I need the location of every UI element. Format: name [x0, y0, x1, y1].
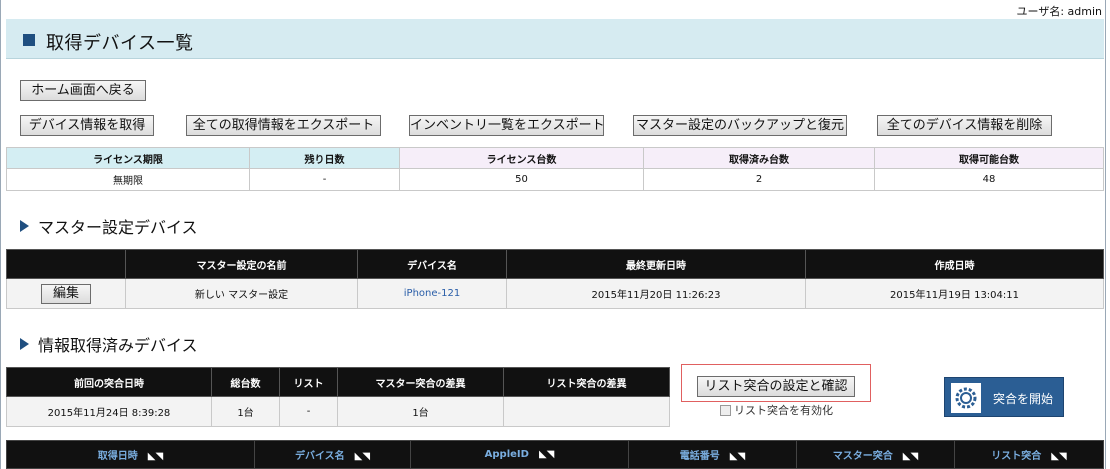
- acquired-header: マスター突合の差異: [337, 367, 504, 397]
- master-table: マスター設定の名前 デバイス名 最終更新日時 作成日時 編集 新しい マスター設…: [6, 249, 1104, 309]
- column-header-appleid[interactable]: AppleID ◣◥: [410, 440, 629, 469]
- user-name: ユーザ名: admin: [1016, 5, 1102, 18]
- sort-icon[interactable]: ◣◥: [903, 451, 918, 462]
- license-header: 取得可能台数: [874, 147, 1104, 169]
- last-updated: 2015年11月20日 11:26:23: [506, 278, 806, 309]
- gear-icon: [951, 383, 981, 413]
- license-value: 48: [874, 168, 1104, 191]
- total-count: 1台: [211, 396, 280, 427]
- master-header: 最終更新日時: [506, 249, 806, 279]
- acquired-table: 前回の突合日時 総台数 リスト マスター突合の差異 リスト突合の差異 2015年…: [6, 367, 670, 427]
- sort-icon[interactable]: ◣◥: [148, 451, 163, 462]
- column-header-date[interactable]: 取得日時 ◣◥: [6, 440, 255, 469]
- start-match-label: 突合を開始: [993, 392, 1054, 406]
- acquired-section-title: 情報取得済みデバイス: [38, 336, 198, 355]
- sort-icon[interactable]: ◣◥: [539, 449, 554, 460]
- column-label: AppleID: [484, 449, 529, 460]
- license-value: 2: [643, 168, 875, 191]
- start-match-button[interactable]: 突合を開始: [944, 377, 1064, 417]
- column-header-list[interactable]: リスト突合 ◣◥: [954, 440, 1104, 469]
- acquired-header: リスト突合の差異: [503, 367, 670, 397]
- acquired-section-heading: 情報取得済みデバイス: [20, 332, 198, 356]
- backup-restore-button[interactable]: マスター設定のバックアップと復元: [633, 115, 847, 136]
- license-header: ライセンス台数: [399, 147, 644, 169]
- column-header-device[interactable]: デバイス名 ◣◥: [254, 440, 411, 469]
- master-header: デバイス名: [357, 249, 507, 279]
- sort-icon[interactable]: ◣◥: [355, 451, 370, 462]
- license-value: 50: [399, 168, 644, 191]
- acquired-header: リスト: [279, 367, 338, 397]
- export-inventory-button[interactable]: インベントリ一覧をエクスポート: [409, 115, 605, 136]
- column-label: リスト突合: [991, 451, 1042, 462]
- page-title: 取得デバイス一覧: [46, 33, 194, 54]
- created-date: 2015年11月19日 13:04:11: [805, 278, 1104, 309]
- checkbox-label: リスト突合を有効化: [734, 404, 833, 417]
- license-value: 無期限: [6, 168, 250, 191]
- list-match-checkbox[interactable]: リスト突合を有効化: [720, 402, 833, 418]
- acquired-header: 総台数: [211, 367, 280, 397]
- master-diff: 1台: [337, 396, 504, 427]
- device-name-link[interactable]: iPhone-121: [357, 278, 507, 309]
- get-device-button[interactable]: デバイス情報を取得: [20, 115, 154, 136]
- edit-button[interactable]: 編集: [41, 283, 91, 304]
- home-button[interactable]: ホーム画面へ戻る: [20, 80, 146, 101]
- export-all-button[interactable]: 全ての取得情報をエクスポート: [186, 115, 381, 136]
- license-header: ライセンス期限: [6, 147, 250, 169]
- license-header: 取得済み台数: [643, 147, 875, 169]
- license-table: ライセンス期限 残り日数 ライセンス台数 取得済み台数 取得可能台数 無期限 -…: [6, 147, 1104, 191]
- column-label: マスター突合: [832, 451, 893, 462]
- list-diff: [503, 396, 670, 427]
- sort-icon[interactable]: ◣◥: [1051, 451, 1066, 462]
- master-section-heading: マスター設定デバイス: [20, 214, 198, 238]
- column-header-phone[interactable]: 電話番号 ◣◥: [628, 440, 797, 469]
- acquired-header: 前回の突合日時: [6, 367, 212, 397]
- device-table-header: 取得日時 ◣◥ デバイス名 ◣◥ AppleID ◣◥ 電話番号 ◣◥ マスター突合 ◣◥…: [6, 440, 1104, 469]
- list-settings-button[interactable]: リスト突合の設定と確認: [697, 376, 855, 397]
- list-value: -: [279, 396, 338, 427]
- master-header: マスター設定の名前: [125, 249, 358, 279]
- column-header-master[interactable]: マスター突合 ◣◥: [796, 440, 955, 469]
- column-label: デバイス名: [294, 451, 345, 462]
- triangle-icon: [20, 338, 29, 350]
- checkbox-icon[interactable]: [720, 404, 731, 416]
- triangle-icon: [20, 220, 29, 232]
- title-bar: 取得デバイス一覧: [6, 19, 1104, 59]
- master-header: 作成日時: [805, 249, 1104, 279]
- title-square-icon: [23, 34, 35, 46]
- license-value: -: [249, 168, 400, 191]
- delete-all-button[interactable]: 全てのデバイス情報を削除: [877, 115, 1052, 136]
- master-section-title: マスター設定デバイス: [38, 218, 198, 237]
- master-header: [6, 249, 126, 279]
- column-label: 電話番号: [679, 451, 720, 462]
- edit-cell: 編集: [6, 278, 126, 309]
- master-name: 新しい マスター設定: [125, 278, 358, 309]
- last-match-date: 2015年11月24日 8:39:28: [6, 396, 212, 427]
- column-label: 取得日時: [97, 451, 138, 462]
- license-header: 残り日数: [249, 147, 400, 169]
- sort-icon[interactable]: ◣◥: [730, 451, 745, 462]
